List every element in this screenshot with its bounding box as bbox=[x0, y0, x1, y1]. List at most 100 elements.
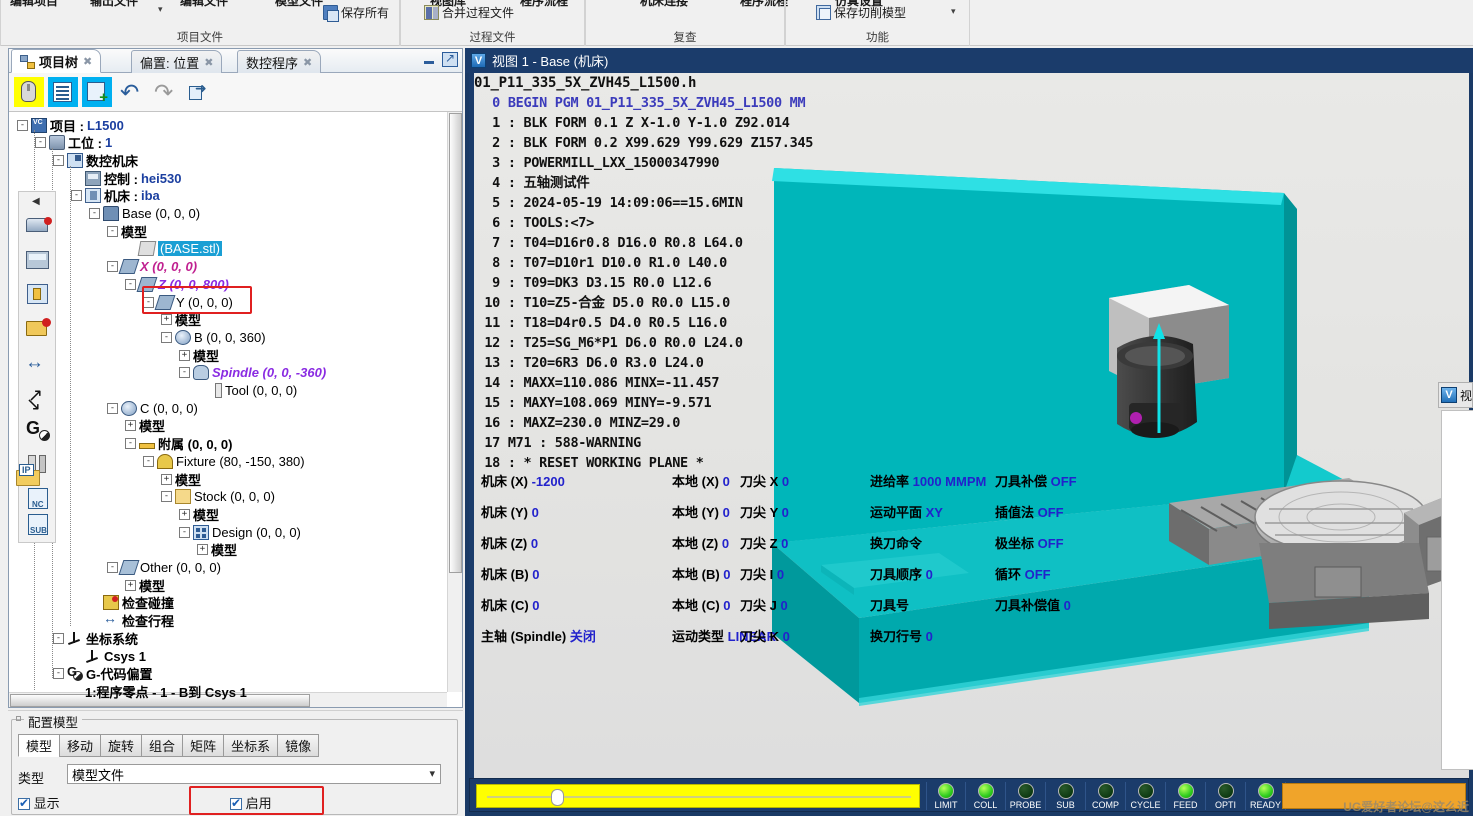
chevron-down-icon[interactable]: ▾ bbox=[429, 767, 435, 780]
show-checkbox[interactable]: 显示 bbox=[18, 793, 60, 812]
collapse-toggle-icon[interactable]: - bbox=[107, 225, 118, 237]
tree-node[interactable]: + 模型 bbox=[179, 505, 219, 523]
enable-checkbox-box[interactable] bbox=[230, 796, 242, 810]
rail-import-button[interactable] bbox=[23, 280, 53, 310]
collapse-toggle-icon[interactable]: - bbox=[179, 526, 190, 538]
rail-control-button[interactable] bbox=[23, 246, 53, 276]
collapse-toggle-icon[interactable]: - bbox=[71, 190, 82, 202]
tree-node[interactable]: + 模型 bbox=[125, 576, 165, 594]
tree-node[interactable]: - 机床 : iba bbox=[71, 187, 160, 205]
collapse-toggle-icon[interactable]: - bbox=[53, 668, 64, 680]
tab-offset-position[interactable]: 偏置: 位置 ✖ bbox=[131, 50, 223, 73]
rail-gcode-button[interactable]: G bbox=[23, 416, 53, 446]
select-mode-button[interactable] bbox=[14, 77, 44, 107]
rail-ip-button[interactable]: IP bbox=[13, 462, 43, 492]
save-all-button[interactable]: 保存所有 bbox=[323, 4, 389, 22]
expand-toggle-icon[interactable]: + bbox=[125, 579, 136, 591]
chevron-down-icon[interactable]: ▾ bbox=[158, 4, 163, 15]
tree-node[interactable]: - Y (0, 0, 0) bbox=[143, 293, 233, 311]
config-tab-旋转[interactable]: 旋转 bbox=[100, 734, 142, 757]
expand-toggle-icon[interactable]: + bbox=[179, 349, 190, 361]
tree-node[interactable]: 检查行程 bbox=[89, 610, 174, 630]
tree-node[interactable]: - 附属 (0, 0, 0) bbox=[125, 435, 232, 453]
tab-nc-program[interactable]: 数控程序 ✖ bbox=[237, 50, 322, 73]
merge-process-file-button[interactable]: 合并过程文件 bbox=[424, 4, 514, 21]
tree-node[interactable]: Csys 1 bbox=[71, 647, 146, 665]
rail-sub-button[interactable]: SUB bbox=[23, 510, 53, 540]
tree-node[interactable]: + 模型 bbox=[161, 470, 201, 488]
collapse-toggle-icon[interactable]: - bbox=[143, 455, 154, 467]
config-tab-矩阵[interactable]: 矩阵 bbox=[182, 734, 224, 757]
collapse-toggle-icon[interactable]: - bbox=[53, 154, 64, 166]
scroll-thumb[interactable] bbox=[449, 113, 462, 573]
save-cut-model-button[interactable]: 保存切削模型 bbox=[816, 4, 906, 21]
collapse-toggle-icon[interactable]: - bbox=[161, 331, 172, 343]
config-tab-模型[interactable]: 模型 bbox=[18, 734, 60, 757]
tree-node[interactable]: - 工位 : 1 bbox=[35, 134, 112, 152]
tree-node[interactable]: - B (0, 0, 360) bbox=[161, 328, 266, 346]
enable-checkbox[interactable]: 启用 bbox=[230, 793, 272, 812]
type-select[interactable]: 模型文件 ▾ bbox=[67, 764, 441, 784]
tree-node[interactable]: - Fixture (80, -150, 380) bbox=[143, 452, 305, 470]
tree-node[interactable]: - Spindle (0, 0, -360) bbox=[179, 364, 326, 382]
tree-node[interactable]: + 模型 bbox=[197, 541, 237, 559]
show-checkbox-box[interactable] bbox=[18, 796, 30, 810]
collapse-toggle-icon[interactable]: - bbox=[107, 562, 118, 573]
collapse-toggle-icon[interactable]: - bbox=[143, 296, 154, 308]
rail-csys-button[interactable]: ↗ ↘ bbox=[23, 382, 53, 414]
expand-toggle-icon[interactable]: + bbox=[161, 314, 172, 326]
tree-node[interactable]: 控制 : hei530 bbox=[71, 169, 181, 187]
config-tab-坐标系[interactable]: 坐标系 bbox=[223, 734, 278, 757]
collapse-toggle-icon[interactable]: - bbox=[161, 491, 172, 503]
tree-node[interactable]: - Stock (0, 0, 0) bbox=[161, 488, 275, 506]
progress-slider[interactable] bbox=[476, 784, 920, 808]
rail-machine-button[interactable] bbox=[23, 212, 53, 242]
collapse-toggle-icon[interactable]: - bbox=[125, 438, 136, 450]
tree-node[interactable]: 1:程序零点 - 1 - B到 Csys 1 bbox=[71, 682, 247, 700]
redo-button[interactable]: ↷ bbox=[150, 77, 180, 107]
close-icon[interactable]: ✖ bbox=[204, 56, 213, 69]
collapse-toggle-icon[interactable]: - bbox=[53, 632, 64, 644]
tree-node[interactable]: - 数控机床 bbox=[53, 151, 138, 169]
collapse-toggle-icon[interactable]: - bbox=[35, 137, 46, 149]
collapse-toggle-icon[interactable]: - bbox=[17, 119, 28, 131]
minimize-panel-button[interactable] bbox=[422, 53, 436, 67]
collapse-toggle-icon[interactable]: - bbox=[89, 208, 100, 219]
collapse-rail-button[interactable]: ◀ bbox=[32, 196, 40, 207]
popout-panel-button[interactable] bbox=[442, 51, 458, 67]
config-tab-移动[interactable]: 移动 bbox=[59, 734, 101, 757]
tree-node[interactable]: - Base (0, 0, 0) bbox=[89, 205, 200, 223]
expand-toggle-icon[interactable]: + bbox=[179, 508, 190, 520]
collapse-toggle-icon[interactable]: - bbox=[125, 278, 136, 290]
right-view-tab[interactable]: V 视 bbox=[1438, 382, 1473, 408]
tree-vertical-scrollbar[interactable] bbox=[447, 112, 462, 692]
save-cut-model-chevron-icon[interactable]: ▾ bbox=[951, 6, 956, 17]
tree-node[interactable]: 检查碰撞 bbox=[89, 594, 174, 612]
close-icon[interactable]: ✖ bbox=[83, 55, 92, 68]
undo-button[interactable]: ↶ bbox=[116, 77, 146, 107]
slider-knob[interactable] bbox=[551, 789, 564, 806]
tree-node[interactable]: - X (0, 0, 0) bbox=[107, 258, 197, 276]
collapse-toggle-icon[interactable]: - bbox=[179, 367, 190, 379]
collapse-toggle-icon[interactable]: - bbox=[107, 402, 118, 414]
view-canvas[interactable]: Z Csys 1 Z 刀尖 Z 机床零点 X X X Y 01_P11_335_… bbox=[469, 73, 1469, 778]
expand-toggle-icon[interactable]: + bbox=[197, 544, 208, 556]
tree-node[interactable]: - Design (0, 0, 0) bbox=[179, 523, 301, 541]
tree-node[interactable]: Tool (0, 0, 0) bbox=[197, 382, 297, 400]
close-icon[interactable]: ✖ bbox=[303, 56, 312, 69]
expand-toggle-icon[interactable]: + bbox=[125, 420, 136, 432]
properties-button[interactable] bbox=[48, 77, 78, 107]
tree-node[interactable]: - Z (0, 0, 800) bbox=[125, 275, 229, 293]
tree-node[interactable]: + 模型 bbox=[161, 311, 201, 329]
rail-travel-button[interactable]: ↔ bbox=[23, 348, 53, 378]
tree-node[interactable]: + 模型 bbox=[125, 417, 165, 435]
tree-node[interactable]: (BASE.stl) bbox=[125, 240, 222, 258]
tree-node[interactable]: - G-代码偏置 bbox=[53, 664, 152, 683]
tree-node[interactable]: - 坐标系统 bbox=[53, 629, 138, 647]
export-button[interactable] bbox=[184, 77, 214, 107]
add-model-button[interactable] bbox=[82, 77, 112, 107]
expand-toggle-icon[interactable]: + bbox=[161, 473, 172, 485]
tree-content-area[interactable]: -项目 : L1500-工位 : 1-数控机床控制 : hei530-机床 : … bbox=[9, 112, 462, 707]
config-tab-镜像[interactable]: 镜像 bbox=[277, 734, 320, 757]
config-tab-组合[interactable]: 组合 bbox=[141, 734, 183, 757]
